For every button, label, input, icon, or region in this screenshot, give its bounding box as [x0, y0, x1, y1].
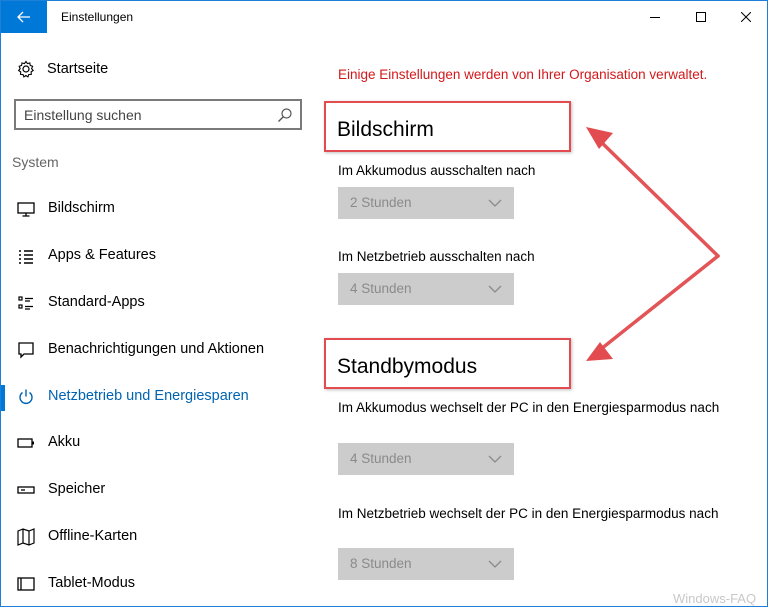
back-arrow-icon: [17, 11, 30, 23]
sidebar-item-default-apps[interactable]: Standard-Apps: [1, 283, 313, 323]
standby-ac-dropdown[interactable]: 8 Stunden: [338, 548, 514, 580]
gear-icon: [17, 60, 35, 78]
tablet-icon: [17, 577, 35, 591]
screen-battery-dropdown[interactable]: 2 Stunden: [338, 187, 514, 219]
dropdown-value: 2 Stunden: [350, 195, 412, 210]
sidebar-item-label: Benachrichtigungen und Aktionen: [48, 341, 265, 357]
close-icon: [741, 12, 751, 22]
close-button[interactable]: [723, 1, 768, 33]
sidebar-item-label: Offline-Karten: [48, 528, 138, 544]
standby-ac-label: Im Netzbetrieb wechselt der PC in den En…: [338, 506, 719, 521]
sidebar-item-label: Tablet-Modus: [48, 575, 136, 591]
map-icon: [17, 528, 35, 546]
sidebar-item-label: Bildschirm: [48, 200, 115, 216]
sidebar-item-display[interactable]: Bildschirm: [1, 189, 313, 229]
dropdown-value: 8 Stunden: [350, 556, 412, 571]
screen-section-heading: Bildschirm: [337, 118, 434, 141]
default-apps-icon: [18, 296, 33, 310]
sidebar-item-label: Netzbetrieb und Energiesparen: [48, 388, 249, 404]
section-label-system: System: [12, 154, 59, 170]
back-button[interactable]: [1, 1, 47, 33]
sidebar-item-power[interactable]: Netzbetrieb und Energiesparen: [1, 377, 313, 417]
active-indicator: [1, 385, 5, 411]
chevron-down-icon: [488, 455, 502, 463]
notification-icon: [18, 342, 34, 359]
dropdown-value: 4 Stunden: [350, 281, 412, 296]
sidebar-item-label: Standard-Apps: [48, 294, 145, 310]
sidebar-item-offline-maps[interactable]: Offline-Karten: [1, 517, 313, 557]
minimize-icon: [650, 17, 660, 18]
dropdown-value: 4 Stunden: [350, 451, 412, 466]
minimize-button[interactable]: [632, 1, 678, 33]
standby-heading-annotation-box: Standbymodus: [324, 338, 571, 389]
standby-battery-dropdown[interactable]: 4 Stunden: [338, 443, 514, 475]
sidebar-item-label: Apps & Features: [48, 247, 156, 263]
search-input[interactable]: [24, 105, 264, 125]
organization-managed-note: Einige Einstellungen werden von Ihrer Or…: [338, 67, 708, 82]
screen-ac-label: Im Netzbetrieb ausschalten nach: [338, 249, 535, 264]
apps-list-icon: [19, 250, 33, 264]
sidebar-item-storage[interactable]: Speicher: [1, 470, 313, 510]
window-title: Einstellungen: [61, 10, 134, 24]
maximize-icon: [696, 12, 706, 22]
chevron-down-icon: [488, 199, 502, 207]
title-bar: Einstellungen: [1, 1, 767, 33]
maximize-button[interactable]: [678, 1, 724, 33]
power-icon: [19, 389, 33, 404]
sidebar-item-notifications[interactable]: Benachrichtigungen und Aktionen: [1, 330, 313, 370]
search-icon[interactable]: [277, 107, 293, 123]
settings-window: Einstellungen Startseite System: [0, 0, 768, 607]
standby-battery-label: Im Akkumodus wechselt der PC in den Ener…: [338, 400, 720, 415]
watermark: Windows-FAQ: [673, 591, 757, 606]
sidebar-home-label: Startseite: [47, 61, 109, 77]
chevron-down-icon: [488, 285, 502, 293]
sidebar-item-apps[interactable]: Apps & Features: [1, 236, 313, 276]
sidebar-item-label: Speicher: [48, 481, 106, 497]
chevron-down-icon: [488, 560, 502, 568]
storage-icon: [17, 486, 35, 494]
sidebar: Startseite System Bildschirm Apps & Feat…: [1, 33, 313, 607]
screen-ac-dropdown[interactable]: 4 Stunden: [338, 273, 514, 305]
search-box[interactable]: [14, 99, 302, 130]
sidebar-item-home[interactable]: Startseite: [1, 53, 313, 85]
sidebar-item-battery[interactable]: Akku: [1, 423, 313, 463]
screen-heading-annotation-box: Bildschirm: [324, 101, 571, 152]
sidebar-item-tablet-mode[interactable]: Tablet-Modus: [1, 564, 313, 604]
sidebar-item-label: Akku: [48, 434, 81, 450]
monitor-icon: [17, 202, 35, 217]
standby-section-heading: Standbymodus: [337, 355, 478, 378]
screen-battery-label: Im Akkumodus ausschalten nach: [338, 163, 536, 178]
battery-icon: [17, 438, 34, 448]
main-content: Einige Einstellungen werden von Ihrer Or…: [313, 33, 768, 607]
